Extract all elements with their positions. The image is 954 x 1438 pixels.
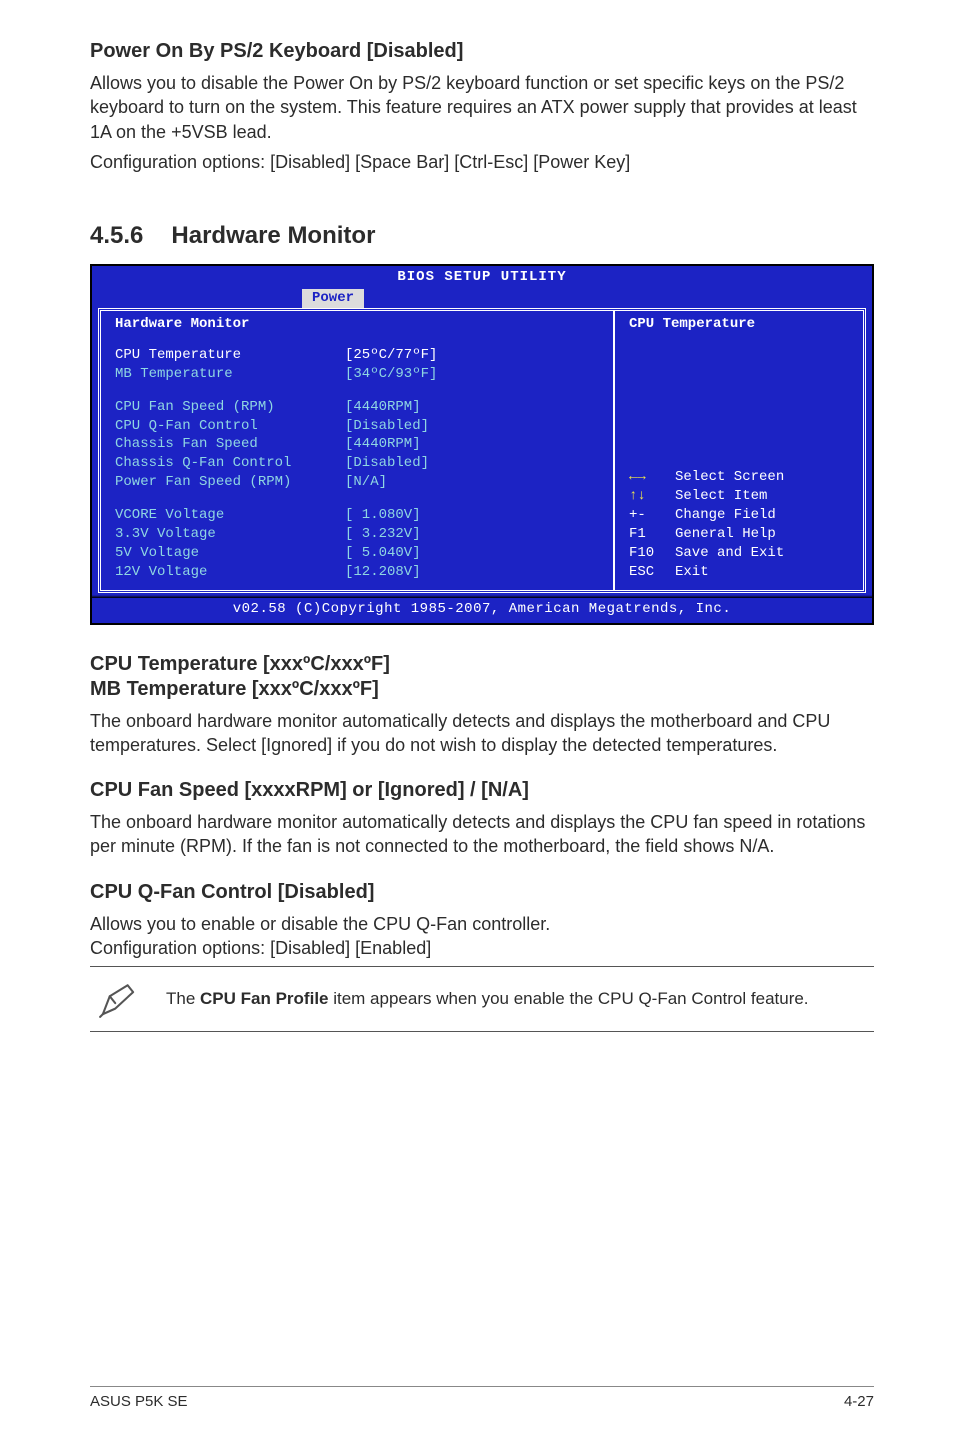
bios-nav-item: ESCExit [629, 563, 853, 582]
bios-setting-value: [ 1.080V] [345, 506, 421, 525]
bios-setting-label: MB Temperature [115, 365, 345, 384]
page-footer: ASUS P5K SE 4-27 [90, 1386, 874, 1410]
bios-setting-value: [ 3.232V] [345, 525, 421, 544]
bios-setting-value: [Disabled] [345, 417, 429, 436]
section-title: Hardware Monitor [171, 222, 375, 250]
bios-nav-text: Select Screen [675, 469, 784, 485]
bios-tabs: Power [92, 289, 872, 308]
bios-nav-item: +-Change Field [629, 506, 853, 525]
bios-nav-list: ←→Select Screen↑↓Select Item+-Change Fie… [629, 468, 853, 581]
bios-setting-label: 5V Voltage [115, 544, 345, 563]
bios-setting-value: [4440RPM] [345, 398, 421, 417]
bios-setting-row[interactable]: 5V Voltage[ 5.040V] [115, 544, 603, 563]
para-power-on-ps2-desc: Allows you to disable the Power On by PS… [90, 71, 874, 144]
bios-setting-label: Power Fan Speed (RPM) [115, 473, 345, 492]
bios-nav-item: F1General Help [629, 525, 853, 544]
heading-cpu-qfan: CPU Q-Fan Control [Disabled] [90, 881, 874, 904]
bios-hint: CPU Temperature [629, 315, 853, 334]
bios-right-panel: CPU Temperature ←→Select Screen↑↓Select … [613, 311, 863, 590]
bios-setting-label: CPU Fan Speed (RPM) [115, 398, 345, 417]
bios-nav-text: Select Item [675, 488, 767, 504]
bios-nav-item: ↑↓Select Item [629, 487, 853, 506]
bios-tab-power[interactable]: Power [302, 289, 364, 308]
bios-setting-row[interactable]: Power Fan Speed (RPM)[N/A] [115, 473, 603, 492]
bios-setting-value: [12.208V] [345, 563, 421, 582]
bios-setting-row[interactable]: 3.3V Voltage[ 3.232V] [115, 525, 603, 544]
heading-mb-temp: MB Temperature [xxxºC/xxxºF] [90, 678, 874, 701]
bios-left-panel: Hardware Monitor CPU Temperature[25ºC/77… [101, 311, 613, 590]
footer-right: 4-27 [844, 1393, 874, 1410]
bios-setting-label: VCORE Voltage [115, 506, 345, 525]
bios-setting-value: [25ºC/77ºF] [345, 346, 437, 365]
bios-nav-item: ←→Select Screen [629, 468, 853, 487]
bios-title: BIOS SETUP UTILITY [92, 266, 872, 289]
bios-setting-value: [4440RPM] [345, 435, 421, 454]
para-cpu-qfan-options: Configuration options: [Disabled] [Enabl… [90, 936, 874, 960]
document-page: Power On By PS/2 Keyboard [Disabled] All… [0, 0, 954, 1438]
bios-setting-row[interactable]: 12V Voltage[12.208V] [115, 563, 603, 582]
bios-nav-item: F10Save and Exit [629, 544, 853, 563]
note-pre: The [166, 989, 200, 1008]
bios-setting-row[interactable]: CPU Fan Speed (RPM)[4440RPM] [115, 398, 603, 417]
note-text: The CPU Fan Profile item appears when yo… [166, 988, 809, 1011]
bios-setting-row[interactable]: CPU Q-Fan Control[Disabled] [115, 417, 603, 436]
note-post: item appears when you enable the CPU Q-F… [329, 989, 809, 1008]
para-cpu-fan-speed: The onboard hardware monitor automatical… [90, 810, 874, 859]
bios-footer: v02.58 (C)Copyright 1985-2007, American … [92, 598, 872, 623]
bios-setting-row[interactable]: VCORE Voltage[ 1.080V] [115, 506, 603, 525]
bios-nav-text: Change Field [675, 507, 776, 523]
bios-setting-label: CPU Temperature [115, 346, 345, 365]
heading-cpu-fan-speed: CPU Fan Speed [xxxxRPM] or [Ignored] / [… [90, 779, 874, 802]
bios-nav-key: F10 [629, 544, 675, 563]
bios-setting-row[interactable]: MB Temperature[34ºC/93ºF] [115, 365, 603, 384]
bios-setting-value: [N/A] [345, 473, 387, 492]
bios-nav-key: ←→ [629, 468, 675, 487]
heading-power-on-ps2: Power On By PS/2 Keyboard [Disabled] [90, 40, 874, 63]
bios-setting-value: [Disabled] [345, 454, 429, 473]
footer-left: ASUS P5K SE [90, 1393, 188, 1410]
section-header-row: 4.5.6 Hardware Monitor [90, 222, 874, 250]
bios-setting-label: 12V Voltage [115, 563, 345, 582]
bios-setting-value: [ 5.040V] [345, 544, 421, 563]
bios-nav-text: Save and Exit [675, 545, 784, 561]
bios-setting-row[interactable]: Chassis Fan Speed[4440RPM] [115, 435, 603, 454]
bios-nav-key: ESC [629, 563, 675, 582]
bios-setting-value: [34ºC/93ºF] [345, 365, 437, 384]
para-cpu-qfan-desc: Allows you to enable or disable the CPU … [90, 912, 874, 936]
section-number: 4.5.6 [90, 222, 143, 250]
bios-setting-label: 3.3V Voltage [115, 525, 345, 544]
bios-setting-row[interactable]: CPU Temperature[25ºC/77ºF] [115, 346, 603, 365]
pencil-note-icon [96, 977, 140, 1021]
bios-frame: Hardware Monitor CPU Temperature[25ºC/77… [98, 308, 866, 593]
bios-nav-text: General Help [675, 526, 776, 542]
bios-setting-label: Chassis Q-Fan Control [115, 454, 345, 473]
bios-setting-row[interactable]: Chassis Q-Fan Control[Disabled] [115, 454, 603, 473]
note-box: The CPU Fan Profile item appears when yo… [90, 966, 874, 1032]
para-temp-desc: The onboard hardware monitor automatical… [90, 709, 874, 758]
bios-left-heading: Hardware Monitor [115, 315, 603, 334]
bios-nav-key: ↑↓ [629, 487, 675, 506]
bios-setting-label: Chassis Fan Speed [115, 435, 345, 454]
bios-setting-label: CPU Q-Fan Control [115, 417, 345, 436]
heading-cpu-temp: CPU Temperature [xxxºC/xxxºF] [90, 653, 874, 676]
bios-nav-key: +- [629, 506, 675, 525]
bios-nav-key: F1 [629, 525, 675, 544]
note-bold: CPU Fan Profile [200, 989, 328, 1008]
para-power-on-ps2-options: Configuration options: [Disabled] [Space… [90, 150, 874, 174]
bios-nav-text: Exit [675, 564, 709, 580]
bios-window: BIOS SETUP UTILITY Power Hardware Monito… [90, 264, 874, 624]
